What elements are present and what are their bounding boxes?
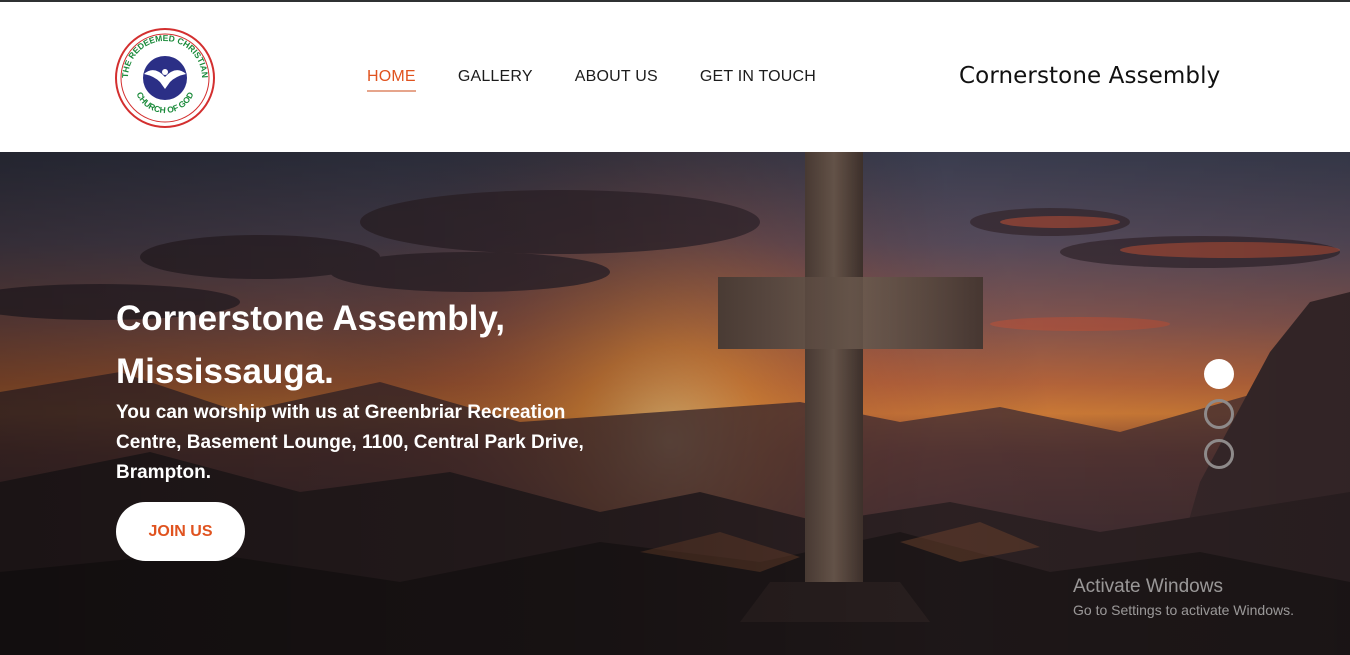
nav-about-link[interactable]: ABOUT US <box>575 68 658 92</box>
slide-dot-2[interactable] <box>1204 399 1234 429</box>
nav-home-link[interactable]: HOME <box>367 68 416 92</box>
slider-pagination <box>1204 359 1236 479</box>
watermark-title: Activate Windows <box>1073 576 1223 597</box>
main-nav: HOME GALLERY ABOUT US GET IN TOUCH <box>367 68 858 92</box>
watermark-subtitle: Go to Settings to activate Windows. <box>1073 602 1294 618</box>
slide-dot-3[interactable] <box>1204 439 1234 469</box>
join-us-button[interactable]: JOIN US <box>116 502 245 561</box>
site-header: THE REDEEMED CHRISTIAN CHURCH OF GOD HOM… <box>0 2 1350 152</box>
rccg-logo-icon: THE REDEEMED CHRISTIAN CHURCH OF GOD <box>115 28 215 128</box>
slide-dot-1[interactable] <box>1204 359 1234 389</box>
activate-windows-watermark: Activate Windows Go to Settings to activ… <box>1073 576 1294 618</box>
hero-description: You can worship with us at Greenbriar Re… <box>116 402 584 483</box>
hero-slider: Cornerstone Assembly, Mississauga. You c… <box>0 152 1350 655</box>
nav-gallery-link[interactable]: GALLERY <box>458 68 533 92</box>
church-logo[interactable]: THE REDEEMED CHRISTIAN CHURCH OF GOD <box>114 27 216 129</box>
site-brand-name[interactable]: Cornerstone Assembly <box>959 63 1220 89</box>
hero-title: Cornerstone Assembly, Mississauga. <box>116 299 505 391</box>
nav-contact-link[interactable]: GET IN TOUCH <box>700 68 816 92</box>
